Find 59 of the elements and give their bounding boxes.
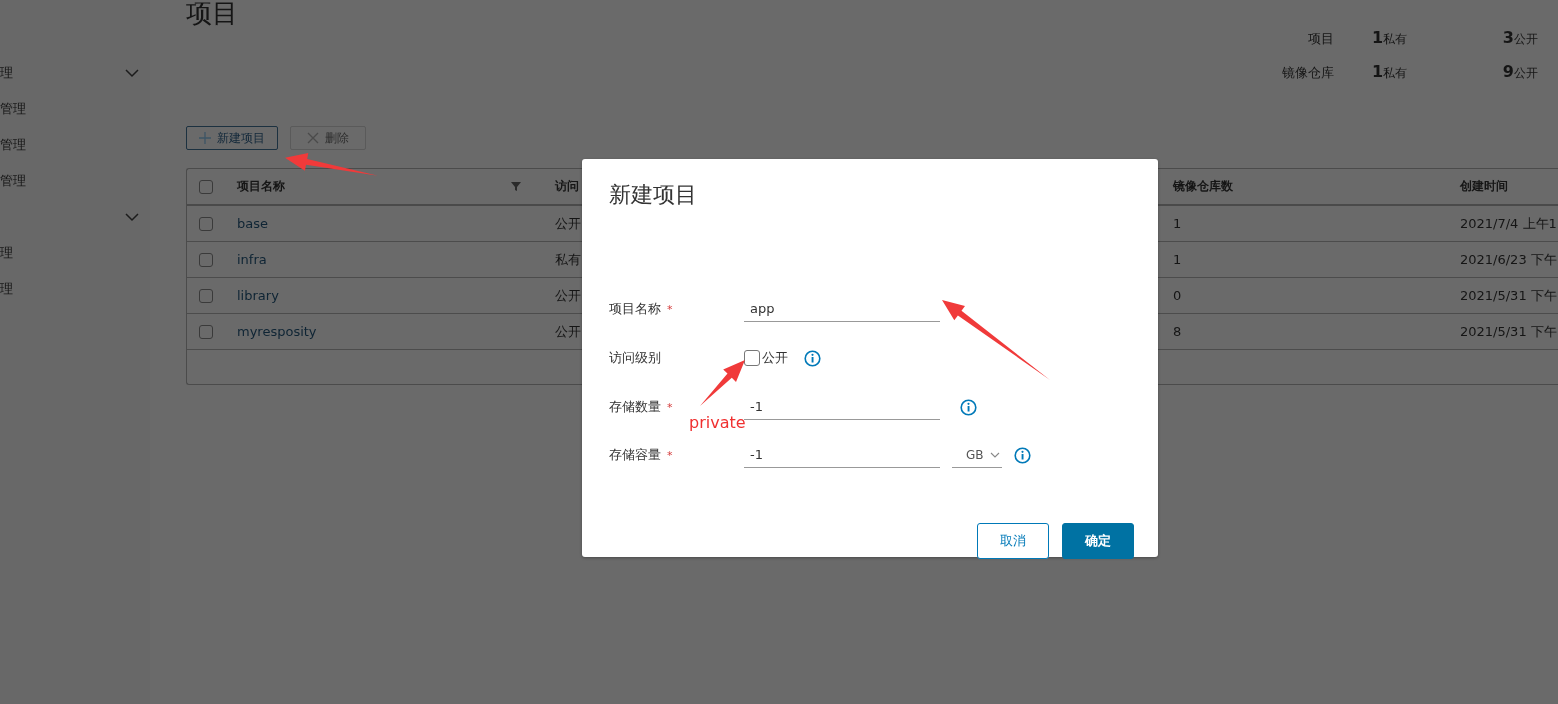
plus-icon <box>199 132 211 144</box>
required-mark: * <box>667 448 673 462</box>
sidebar-item[interactable]: 理 <box>0 235 150 271</box>
table-cell: 2021/6/23 下午 <box>1460 250 1557 269</box>
checkbox[interactable] <box>199 179 213 194</box>
sidebar-item[interactable]: 管理 <box>0 91 150 127</box>
caret-icon <box>989 451 1000 458</box>
table-cell: 公开 <box>555 286 581 305</box>
checkbox[interactable] <box>744 350 760 366</box>
table-cell: 2021/7/4 上午1 <box>1460 214 1557 233</box>
close-icon <box>307 132 319 144</box>
summary-label: 镜像仓库 <box>1282 64 1334 82</box>
cancel-button[interactable]: 取消 <box>977 523 1049 559</box>
field-label: 存储容量 <box>609 446 661 464</box>
project-link[interactable]: myresposity <box>237 324 317 339</box>
required-mark: * <box>667 302 673 316</box>
table-cell: 8 <box>1173 324 1182 339</box>
private-count: 1私有 <box>1372 28 1409 48</box>
table-cell: 公开 <box>555 322 581 341</box>
public-count: 3公开 <box>1502 28 1538 48</box>
column-header[interactable]: 访问 <box>555 178 579 195</box>
field-label: 项目名称 <box>609 300 661 318</box>
unit-select[interactable]: GB <box>952 442 1002 468</box>
sidebar-item[interactable]: 理 <box>0 271 150 307</box>
public-count: 9公开 <box>1502 62 1538 82</box>
dialog-title: 新建项目 <box>609 181 698 209</box>
field-label: 访问级别 <box>609 349 661 367</box>
table-cell: 私有 <box>555 250 581 269</box>
summary-label: 项目 <box>1307 30 1334 48</box>
private-count: 1私有 <box>1372 62 1409 82</box>
table-cell: 1 <box>1173 252 1182 267</box>
annotation-label: private <box>689 413 746 432</box>
table-cell: 2021/5/31 下午 <box>1460 322 1557 341</box>
table-cell: 公开 <box>555 214 581 233</box>
table-cell: 2021/5/31 下午 <box>1460 286 1557 305</box>
project-link[interactable]: infra <box>237 252 267 267</box>
sidebar-item[interactable]: 管理 <box>0 127 150 163</box>
chevron-icon <box>125 212 139 222</box>
checkbox[interactable] <box>199 216 213 231</box>
chevron-icon <box>125 68 139 78</box>
column-header[interactable]: 镜像仓库数 <box>1173 178 1233 195</box>
confirm-button[interactable]: 确定 <box>1062 523 1134 559</box>
annotation-arrow <box>700 360 746 407</box>
new-project-button[interactable]: 新建项目 <box>186 126 278 150</box>
checkbox[interactable] <box>199 252 213 267</box>
checkbox[interactable] <box>199 288 213 303</box>
sidebar-item[interactable]: 管理 <box>0 163 150 199</box>
checkbox-label: 公开 <box>762 349 788 367</box>
table-cell: 1 <box>1173 216 1182 231</box>
page-title: 项目 <box>186 0 239 30</box>
sidebar-group[interactable]: 理 <box>0 55 150 91</box>
required-mark: * <box>667 400 673 414</box>
project-link[interactable]: library <box>237 288 279 303</box>
field-label: 存储数量 <box>609 398 661 416</box>
project-link[interactable]: base <box>237 216 268 231</box>
column-header[interactable]: 项目名称 <box>237 178 285 195</box>
column-header[interactable]: 创建时间 <box>1460 178 1508 195</box>
checkbox[interactable] <box>199 324 213 339</box>
table-cell: 0 <box>1173 288 1182 303</box>
